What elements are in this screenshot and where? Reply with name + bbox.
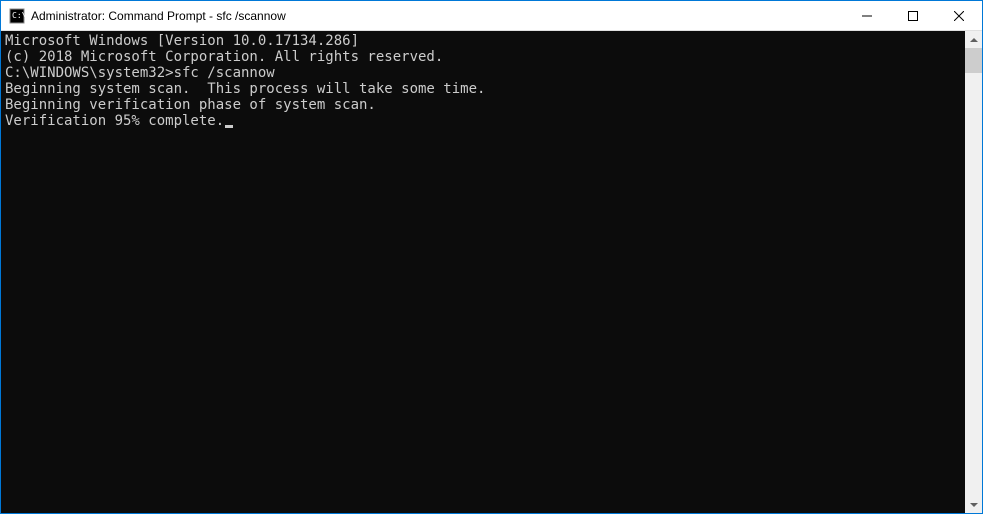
console-line: Beginning system scan. This process will…	[5, 81, 961, 97]
vertical-scrollbar[interactable]	[965, 31, 982, 513]
close-button[interactable]	[936, 1, 982, 30]
window-title: Administrator: Command Prompt - sfc /sca…	[31, 9, 844, 23]
maximize-button[interactable]	[890, 1, 936, 30]
chevron-up-icon	[970, 38, 978, 42]
maximize-icon	[908, 11, 918, 21]
console-line: (c) 2018 Microsoft Corporation. All righ…	[5, 49, 961, 65]
chevron-down-icon	[970, 503, 978, 507]
console-output[interactable]: Microsoft Windows [Version 10.0.17134.28…	[1, 31, 965, 513]
scrollbar-down-button[interactable]	[965, 496, 982, 513]
console-line: Beginning verification phase of system s…	[5, 97, 961, 113]
console-line: C:\WINDOWS\system32>sfc /scannow	[5, 65, 961, 81]
console-line: Microsoft Windows [Version 10.0.17134.28…	[5, 33, 961, 49]
console-area: Microsoft Windows [Version 10.0.17134.28…	[1, 31, 982, 513]
command-prompt-window: C:\ Administrator: Command Prompt - sfc …	[0, 0, 983, 514]
scrollbar-up-button[interactable]	[965, 31, 982, 48]
minimize-button[interactable]	[844, 1, 890, 30]
app-icon: C:\	[9, 8, 25, 24]
titlebar[interactable]: C:\ Administrator: Command Prompt - sfc …	[1, 1, 982, 31]
scrollbar-track[interactable]	[965, 48, 982, 496]
text-cursor	[225, 125, 233, 128]
close-icon	[954, 11, 964, 21]
svg-text:C:\: C:\	[12, 11, 25, 20]
console-line: Verification 95% complete.	[5, 113, 961, 129]
minimize-icon	[862, 11, 872, 21]
window-controls	[844, 1, 982, 30]
scrollbar-thumb[interactable]	[965, 48, 982, 73]
